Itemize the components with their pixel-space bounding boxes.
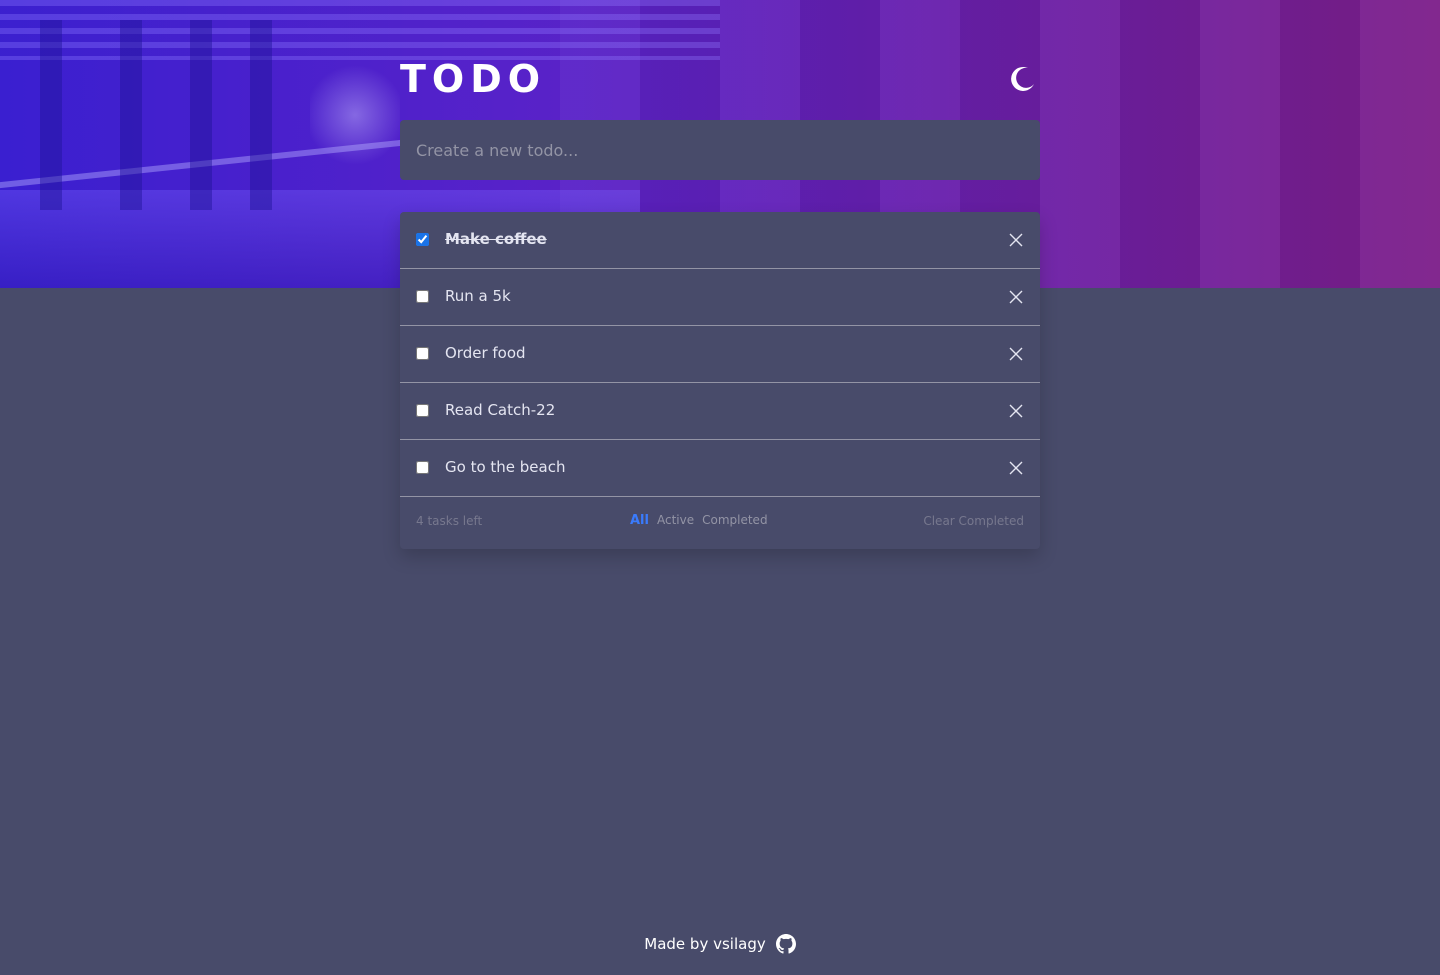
todo-checkbox[interactable] bbox=[416, 461, 429, 474]
moon-icon[interactable] bbox=[1006, 62, 1040, 96]
close-icon[interactable] bbox=[1008, 232, 1024, 248]
tasks-left-count: 4 tasks left bbox=[416, 514, 483, 528]
todo-list: Make coffee Run a 5k Order food Read Catch-… bbox=[400, 212, 1040, 549]
background-glow bbox=[310, 60, 400, 170]
github-icon[interactable] bbox=[775, 934, 796, 954]
todo-checkbox[interactable] bbox=[416, 233, 429, 246]
credit-text: Made by vsilagy bbox=[644, 935, 766, 953]
filter-active[interactable]: Active bbox=[657, 513, 694, 528]
close-icon[interactable] bbox=[1008, 289, 1024, 305]
clear-completed-button[interactable]: Clear Completed bbox=[923, 514, 1024, 528]
filter-all[interactable]: All bbox=[630, 513, 649, 528]
new-todo-input[interactable] bbox=[400, 120, 1040, 180]
todo-label: Run a 5k bbox=[445, 287, 511, 305]
todo-label: Order food bbox=[445, 344, 526, 362]
app-header: TODO bbox=[400, 56, 1040, 104]
todo-item: Go to the beach bbox=[400, 440, 1040, 497]
todo-label: Make coffee bbox=[445, 230, 547, 248]
filter-completed[interactable]: Completed bbox=[702, 513, 767, 528]
todo-item: Order food bbox=[400, 326, 1040, 383]
todo-label: Read Catch-22 bbox=[445, 401, 556, 419]
todo-checkbox[interactable] bbox=[416, 404, 429, 417]
list-footer: 4 tasks left All Active Completed Clear … bbox=[400, 497, 1040, 549]
new-todo-field bbox=[400, 120, 1040, 180]
close-icon[interactable] bbox=[1008, 460, 1024, 476]
todo-item: Read Catch-22 bbox=[400, 383, 1040, 440]
background-ceiling bbox=[0, 0, 720, 60]
filter-group: All Active Completed bbox=[630, 513, 768, 528]
background-pillar bbox=[190, 20, 212, 210]
background-pillar bbox=[40, 20, 62, 210]
todo-checkbox[interactable] bbox=[416, 290, 429, 303]
close-icon[interactable] bbox=[1008, 346, 1024, 362]
todo-item: Run a 5k bbox=[400, 269, 1040, 326]
todo-label: Go to the beach bbox=[445, 458, 566, 476]
todo-item: Make coffee bbox=[400, 212, 1040, 269]
background-pillar bbox=[120, 20, 142, 210]
close-icon[interactable] bbox=[1008, 403, 1024, 419]
background-pillar bbox=[250, 20, 272, 210]
page-title: TODO bbox=[400, 57, 547, 101]
todo-checkbox[interactable] bbox=[416, 347, 429, 360]
credit-footer: Made by vsilagy bbox=[0, 934, 1440, 954]
